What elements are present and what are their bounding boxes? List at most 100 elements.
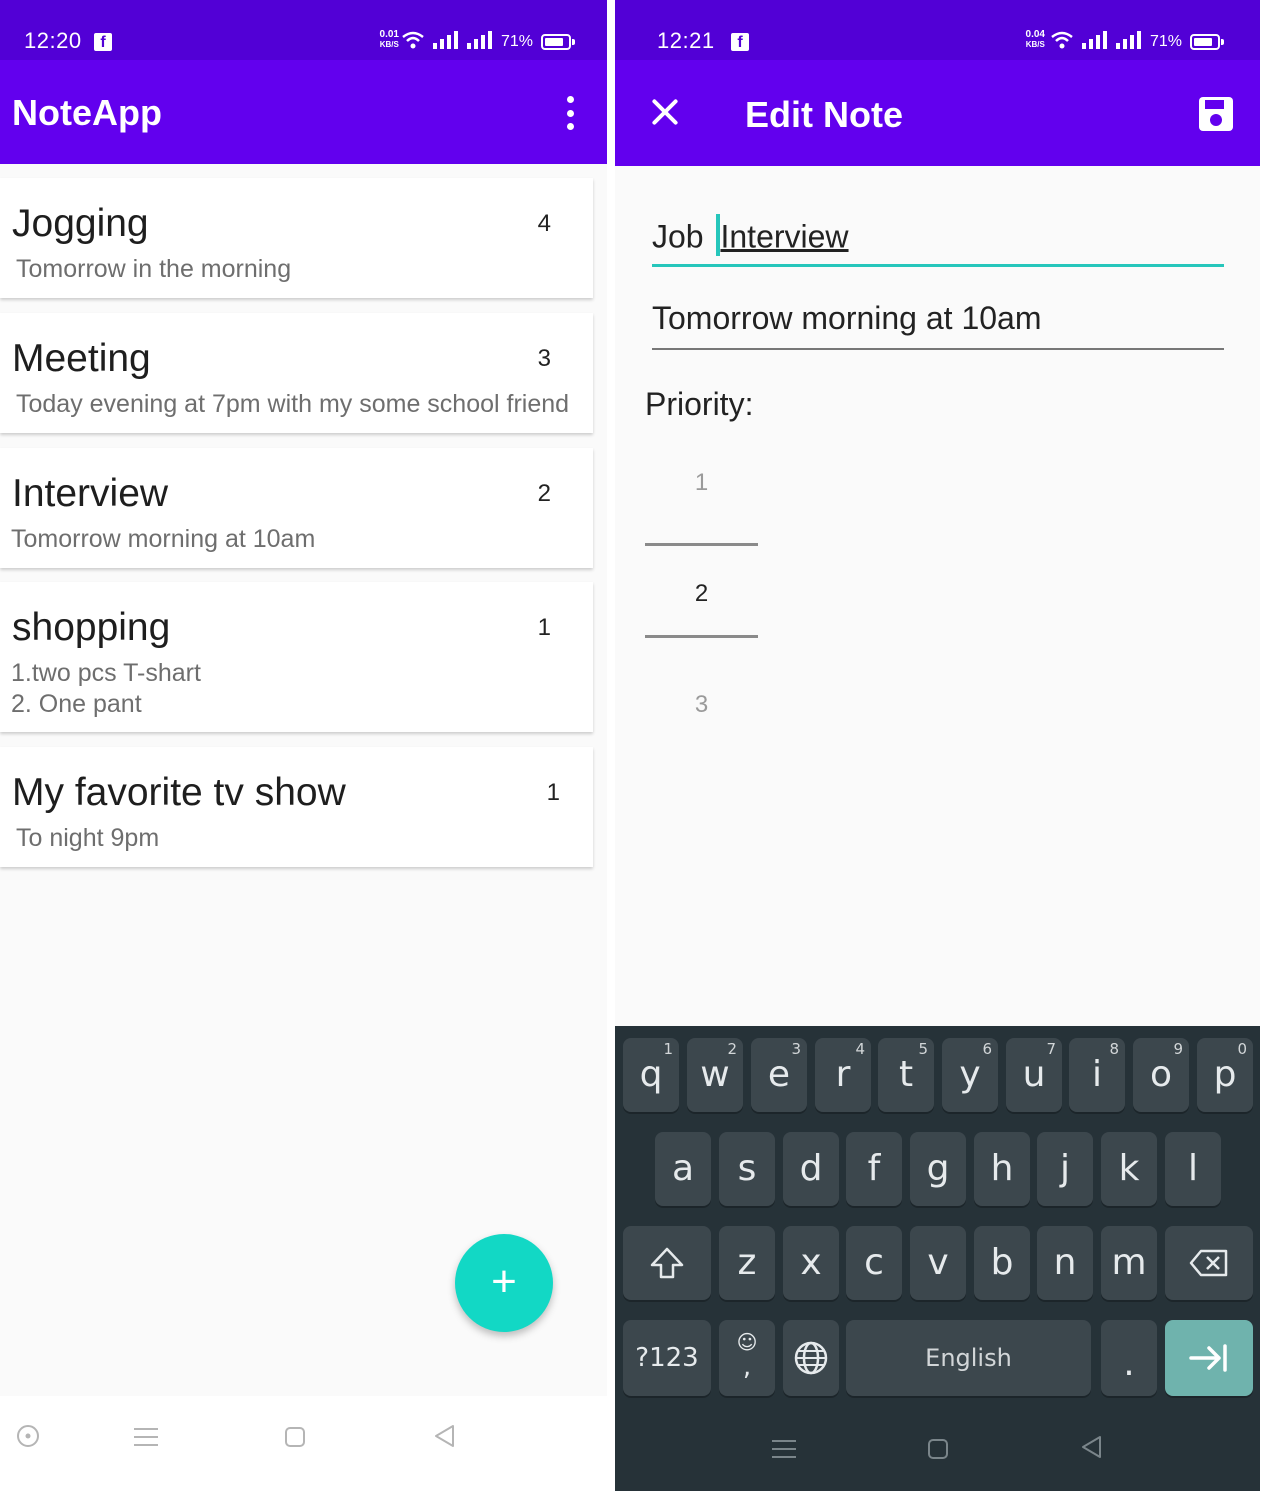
- priority-selected[interactable]: 2: [645, 580, 758, 608]
- note-description: To night 9pm: [16, 824, 160, 852]
- key-r[interactable]: r4: [815, 1038, 871, 1112]
- note-title: Jogging: [12, 202, 149, 245]
- note-title-input[interactable]: Job Interview: [652, 212, 1224, 267]
- close-icon[interactable]: [649, 86, 681, 136]
- shift-key[interactable]: [623, 1226, 711, 1300]
- status-icons: 71%: [401, 30, 575, 55]
- notes-list-screen: 12:20 f 0.01 KB/S 71% NoteApp Jogging To…: [0, 0, 607, 1491]
- facebook-notification-icon: f: [731, 33, 749, 51]
- key-m[interactable]: m: [1101, 1226, 1157, 1300]
- note-card[interactable]: Interview Tomorrow morning at 10am 2: [0, 448, 593, 568]
- key-u[interactable]: u7: [1006, 1038, 1062, 1112]
- key-y[interactable]: y6: [942, 1038, 998, 1112]
- text-caret: [716, 214, 721, 256]
- status-bar: 12:20 f 0.01 KB/S 71%: [0, 0, 607, 60]
- priority-option[interactable]: 3: [645, 691, 758, 719]
- wifi-icon: [1050, 30, 1074, 55]
- note-card[interactable]: Meeting Today evening at 7pm with my som…: [0, 313, 593, 433]
- note-priority: 2: [537, 480, 551, 507]
- signal-icon-2: [1115, 30, 1142, 54]
- key-f[interactable]: f: [846, 1132, 902, 1206]
- note-title: My favorite tv show: [12, 771, 346, 814]
- key-s[interactable]: s: [719, 1132, 775, 1206]
- title-text-before-caret: Job: [652, 218, 713, 255]
- key-q[interactable]: q1: [623, 1038, 679, 1112]
- app-bar: NoteApp: [0, 60, 607, 164]
- next-key[interactable]: [1165, 1320, 1253, 1396]
- key-z[interactable]: z: [719, 1226, 775, 1300]
- back-icon[interactable]: [433, 1424, 455, 1455]
- home-icon[interactable]: [927, 1436, 949, 1467]
- shift-icon: [650, 1247, 684, 1279]
- key-l[interactable]: l: [1165, 1132, 1221, 1206]
- symbols-key[interactable]: ?123: [623, 1320, 711, 1396]
- key-o[interactable]: o9: [1133, 1038, 1189, 1112]
- note-description-input[interactable]: Tomorrow morning at 10am: [652, 300, 1224, 350]
- key-w[interactable]: w2: [687, 1038, 743, 1112]
- backspace-icon: [1189, 1249, 1228, 1277]
- status-time: 12:20: [24, 28, 82, 53]
- key-c[interactable]: c: [846, 1226, 902, 1300]
- note-card[interactable]: shopping 1.two pcs T-shart 2. One pant 1: [0, 582, 593, 732]
- key-k[interactable]: k: [1101, 1132, 1157, 1206]
- facebook-notification-icon: f: [94, 33, 112, 51]
- key-v[interactable]: v: [910, 1226, 966, 1300]
- note-description: 1.two pcs T-shart 2. One pant: [11, 659, 201, 718]
- key-j[interactable]: j: [1037, 1132, 1093, 1206]
- language-key[interactable]: [783, 1320, 839, 1396]
- key-i[interactable]: i8: [1069, 1038, 1125, 1112]
- back-icon[interactable]: [1080, 1435, 1102, 1466]
- system-nav-bar: [0, 1396, 607, 1491]
- menu-icon[interactable]: [772, 1436, 796, 1467]
- signal-icon: [1081, 30, 1108, 54]
- key-g[interactable]: g: [910, 1132, 966, 1206]
- picker-divider: [645, 543, 758, 546]
- key-t[interactable]: t5: [878, 1038, 934, 1112]
- priority-label: Priority:: [645, 386, 754, 422]
- key-e[interactable]: e3: [751, 1038, 807, 1112]
- key-p[interactable]: p0: [1197, 1038, 1253, 1112]
- note-description: Tomorrow in the morning: [16, 255, 292, 283]
- priority-number-picker[interactable]: 1 2 3: [645, 455, 758, 735]
- priority-option[interactable]: 1: [645, 469, 758, 497]
- space-key[interactable]: English: [846, 1320, 1091, 1396]
- battery-icon: [1190, 34, 1224, 50]
- network-speed: 0.04 KB/S: [1025, 29, 1045, 50]
- key-d[interactable]: d: [783, 1132, 839, 1206]
- battery-icon: [541, 34, 575, 50]
- edit-note-screen: 12:21 f 0.04 KB/S 71% Edit Note Job Inte…: [615, 0, 1260, 1491]
- note-priority: 4: [537, 210, 551, 237]
- menu-icon[interactable]: [134, 1424, 158, 1455]
- battery-percent: 71%: [1149, 33, 1182, 50]
- key-a[interactable]: a: [655, 1132, 711, 1206]
- key-h[interactable]: h: [974, 1132, 1030, 1206]
- emoji-comma-key[interactable]: ☺ ,: [719, 1320, 775, 1396]
- home-icon[interactable]: [284, 1424, 306, 1455]
- period-key[interactable]: .: [1101, 1320, 1157, 1396]
- tab-next-icon: [1189, 1344, 1227, 1372]
- note-title: Interview: [12, 472, 169, 515]
- network-speed: 0.01 KB/S: [379, 29, 399, 50]
- key-b[interactable]: b: [974, 1226, 1030, 1300]
- picker-divider: [645, 635, 758, 638]
- battery-percent: 71%: [500, 33, 533, 50]
- note-card[interactable]: Jogging Tomorrow in the morning 4: [0, 178, 593, 298]
- assistant-icon[interactable]: [16, 1424, 40, 1455]
- key-n[interactable]: n: [1037, 1226, 1093, 1300]
- emoji-icon: ☺: [736, 1330, 758, 1354]
- status-bar: 12:21 f 0.04 KB/S 71%: [615, 0, 1260, 60]
- more-options-icon[interactable]: [563, 96, 577, 130]
- add-note-button[interactable]: +: [455, 1234, 553, 1332]
- note-description: Tomorrow morning at 10am: [11, 525, 316, 553]
- note-priority: 1: [537, 614, 551, 641]
- app-title: NoteApp: [12, 92, 162, 133]
- signal-icon-2: [466, 30, 493, 54]
- globe-icon: [794, 1341, 828, 1375]
- note-priority: 1: [546, 779, 560, 806]
- key-x[interactable]: x: [783, 1226, 839, 1300]
- wifi-icon: [401, 30, 425, 55]
- signal-icon: [432, 30, 459, 54]
- note-card[interactable]: My favorite tv show To night 9pm 1: [0, 747, 593, 867]
- save-icon[interactable]: [1199, 97, 1233, 131]
- backspace-key[interactable]: [1165, 1226, 1253, 1300]
